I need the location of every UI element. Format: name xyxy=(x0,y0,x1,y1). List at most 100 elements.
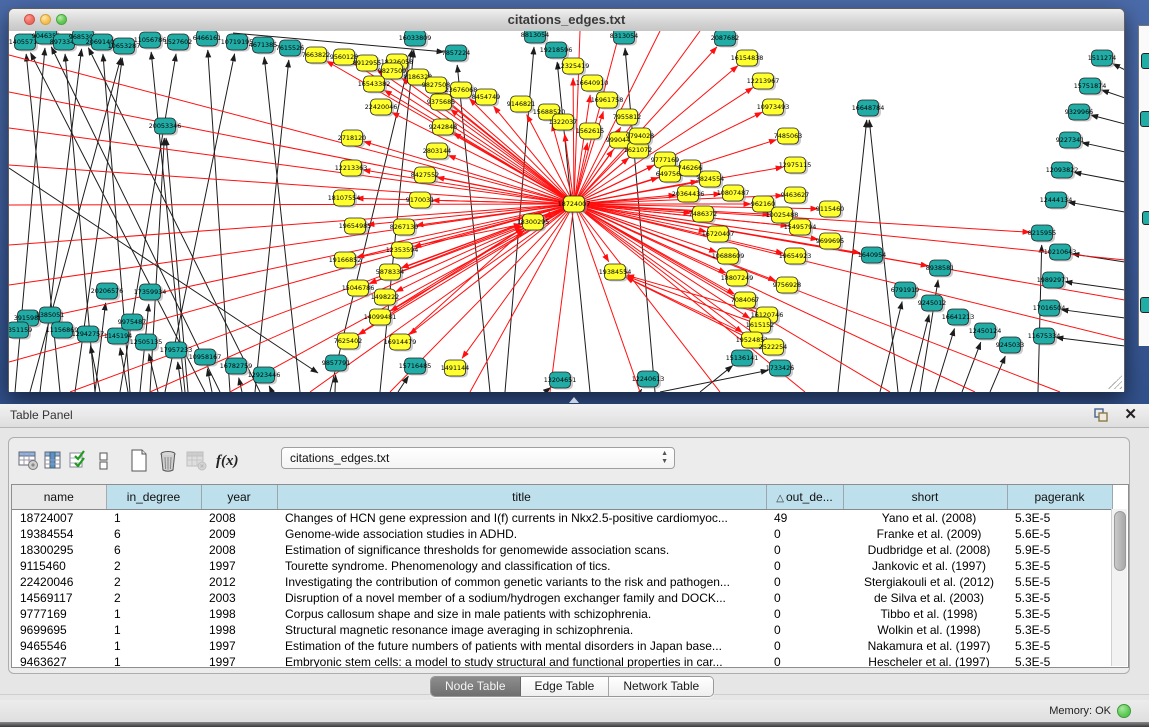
cell[interactable]: 2 xyxy=(106,574,201,590)
cell[interactable]: 5.3E-5 xyxy=(1007,622,1112,638)
network-node[interactable]: 9329966 xyxy=(1065,104,1093,122)
table-row[interactable]: 946362711997Embryonic stem cells: a mode… xyxy=(12,654,1112,668)
network-node[interactable]: 9351159 xyxy=(9,322,32,340)
network-node[interactable]: 20206576 xyxy=(91,283,124,301)
table-row[interactable]: 2242004622012Investigating the contribut… xyxy=(12,574,1112,590)
network-node[interactable]: 22420046 xyxy=(365,99,398,117)
network-node[interactable]: 7625402 xyxy=(334,333,362,351)
table-row[interactable]: 977716911998Corpus callosum shape and si… xyxy=(12,606,1112,622)
window-titlebar[interactable]: citations_edges.txt xyxy=(9,9,1124,32)
table-row[interactable]: 1872400712008Changes of HCN gene express… xyxy=(12,510,1112,527)
column-header-pagerank[interactable]: pagerank xyxy=(1007,485,1112,510)
network-node[interactable]: 10807487 xyxy=(717,185,750,203)
cell[interactable]: Tourette syndrome. Phenomenology and cla… xyxy=(277,558,766,574)
network-canvas[interactable]: 1872400714055714904635589733419685301206… xyxy=(9,31,1124,392)
background-network-window[interactable] xyxy=(1138,25,1149,346)
network-node[interactable]: 9146821 xyxy=(507,96,535,114)
network-node[interactable]: 12975115 xyxy=(779,157,812,175)
network-node[interactable]: 2803144 xyxy=(423,143,451,161)
network-node[interactable]: 10958167 xyxy=(189,349,222,367)
column-header-name[interactable]: name xyxy=(12,485,106,510)
network-node[interactable]: 2522254 xyxy=(759,339,787,357)
network-node[interactable]: 1640954 xyxy=(858,247,886,265)
new-document-icon[interactable] xyxy=(127,448,151,474)
network-node[interactable]: 16641213 xyxy=(942,309,975,327)
cell[interactable]: 0 xyxy=(766,590,843,606)
network-node[interactable]: 7955812 xyxy=(613,109,641,127)
network-node[interactable]: 12213363 xyxy=(335,160,368,178)
cell[interactable]: 0 xyxy=(766,526,843,542)
network-node[interactable]: 1322037 xyxy=(549,114,577,132)
network-node[interactable]: 4671385 xyxy=(249,37,277,55)
network-node[interactable]: 16720407 xyxy=(702,226,735,244)
network-node[interactable]: 15716485 xyxy=(399,358,432,376)
network-node[interactable]: 16961758 xyxy=(591,92,624,110)
cell[interactable]: 49 xyxy=(766,510,843,527)
column-header-short[interactable]: short xyxy=(843,485,1007,510)
network-node[interactable]: 12444134 xyxy=(1040,192,1073,210)
network-node[interactable]: 9115460 xyxy=(816,201,844,219)
table-selector-dropdown[interactable]: citations_edges.txt ▲▼ xyxy=(281,447,675,469)
cell[interactable]: 5.3E-5 xyxy=(1007,638,1112,654)
table-row[interactable]: 911546021997Tourette syndrome. Phenomeno… xyxy=(12,558,1112,574)
cell[interactable]: Tibbo et al. (1998) xyxy=(843,606,1007,622)
network-node[interactable]: 16543382 xyxy=(358,76,391,94)
tab-edge-table[interactable]: Edge Table xyxy=(521,677,610,696)
network-node[interactable]: 15046786 xyxy=(342,280,375,298)
function-builder-icon[interactable]: f(x) xyxy=(216,453,239,470)
cell[interactable]: Wolkin et al. (1998) xyxy=(843,622,1007,638)
cell[interactable]: 1998 xyxy=(201,622,277,638)
network-node[interactable]: 11675334 xyxy=(1028,328,1061,346)
network-node[interactable]: 2718120 xyxy=(338,130,366,148)
network-node[interactable]: 16154838 xyxy=(731,50,764,68)
cell[interactable]: 5.5E-5 xyxy=(1007,574,1112,590)
cell[interactable]: 5.3E-5 xyxy=(1007,590,1112,606)
network-node[interactable]: 9375685 xyxy=(427,94,455,112)
cell[interactable]: 5.3E-5 xyxy=(1007,510,1112,527)
close-panel-icon[interactable]: ✕ xyxy=(1124,407,1137,423)
cell[interactable]: 0 xyxy=(766,654,843,668)
network-node[interactable]: 12353594 xyxy=(386,242,419,260)
network-node[interactable]: 12923446 xyxy=(248,367,281,385)
float-window-icon[interactable] xyxy=(1094,408,1109,422)
cell[interactable]: 0 xyxy=(766,574,843,590)
cell[interactable]: 1 xyxy=(106,654,201,668)
cell[interactable]: 0 xyxy=(766,542,843,558)
network-node[interactable]: 9242848 xyxy=(429,119,457,137)
cell[interactable]: 2 xyxy=(106,558,201,574)
import-table-icon[interactable] xyxy=(185,448,209,474)
cell[interactable]: 2003 xyxy=(201,590,277,606)
network-node[interactable]: 12093822 xyxy=(1046,162,1079,180)
network-node[interactable]: 6791919 xyxy=(891,282,919,300)
network-node[interactable]: 9245012 xyxy=(918,295,946,313)
network-node[interactable]: 9463627 xyxy=(781,187,809,205)
network-node[interactable]: 12505135 xyxy=(130,334,163,352)
network-node[interactable]: 8427552 xyxy=(411,167,439,185)
network-node[interactable]: 16640910 xyxy=(576,75,609,93)
network-node[interactable]: 8813054 xyxy=(521,31,549,45)
cell[interactable]: 9115460 xyxy=(12,558,106,574)
cell[interactable]: 18724007 xyxy=(12,510,106,527)
network-node[interactable]: 3824554 xyxy=(696,171,724,189)
cell[interactable]: 2008 xyxy=(201,542,277,558)
vertical-scrollbar[interactable] xyxy=(1111,509,1127,666)
cell[interactable]: 0 xyxy=(766,622,843,638)
cell[interactable]: 19384554 xyxy=(12,526,106,542)
cell[interactable]: Embryonic stem cells: a model to study s… xyxy=(277,654,766,668)
cell[interactable]: 5.6E-5 xyxy=(1007,526,1112,542)
network-node[interactable]: 9245033 xyxy=(996,337,1024,355)
tab-node-table[interactable]: Node Table xyxy=(431,677,521,696)
select-all-icon[interactable] xyxy=(67,448,91,474)
column-header-year[interactable]: year xyxy=(201,485,277,510)
cell[interactable]: 22420046 xyxy=(12,574,106,590)
cell[interactable]: de Silva et al. (2003) xyxy=(843,590,1007,606)
cell[interactable]: 1997 xyxy=(201,638,277,654)
network-node[interactable]: 1527602 xyxy=(164,34,192,52)
cell[interactable]: 2012 xyxy=(201,574,277,590)
network-node[interactable]: 8215955 xyxy=(1028,225,1056,243)
cell[interactable]: 2009 xyxy=(201,526,277,542)
scrollbar-thumb[interactable] xyxy=(1114,511,1126,571)
network-view-window[interactable]: citations_edges.txt 18724007140557149046… xyxy=(8,8,1125,392)
column-header-out_de[interactable]: △out_de... xyxy=(766,485,843,510)
network-node[interactable]: 15751874 xyxy=(1074,78,1107,96)
